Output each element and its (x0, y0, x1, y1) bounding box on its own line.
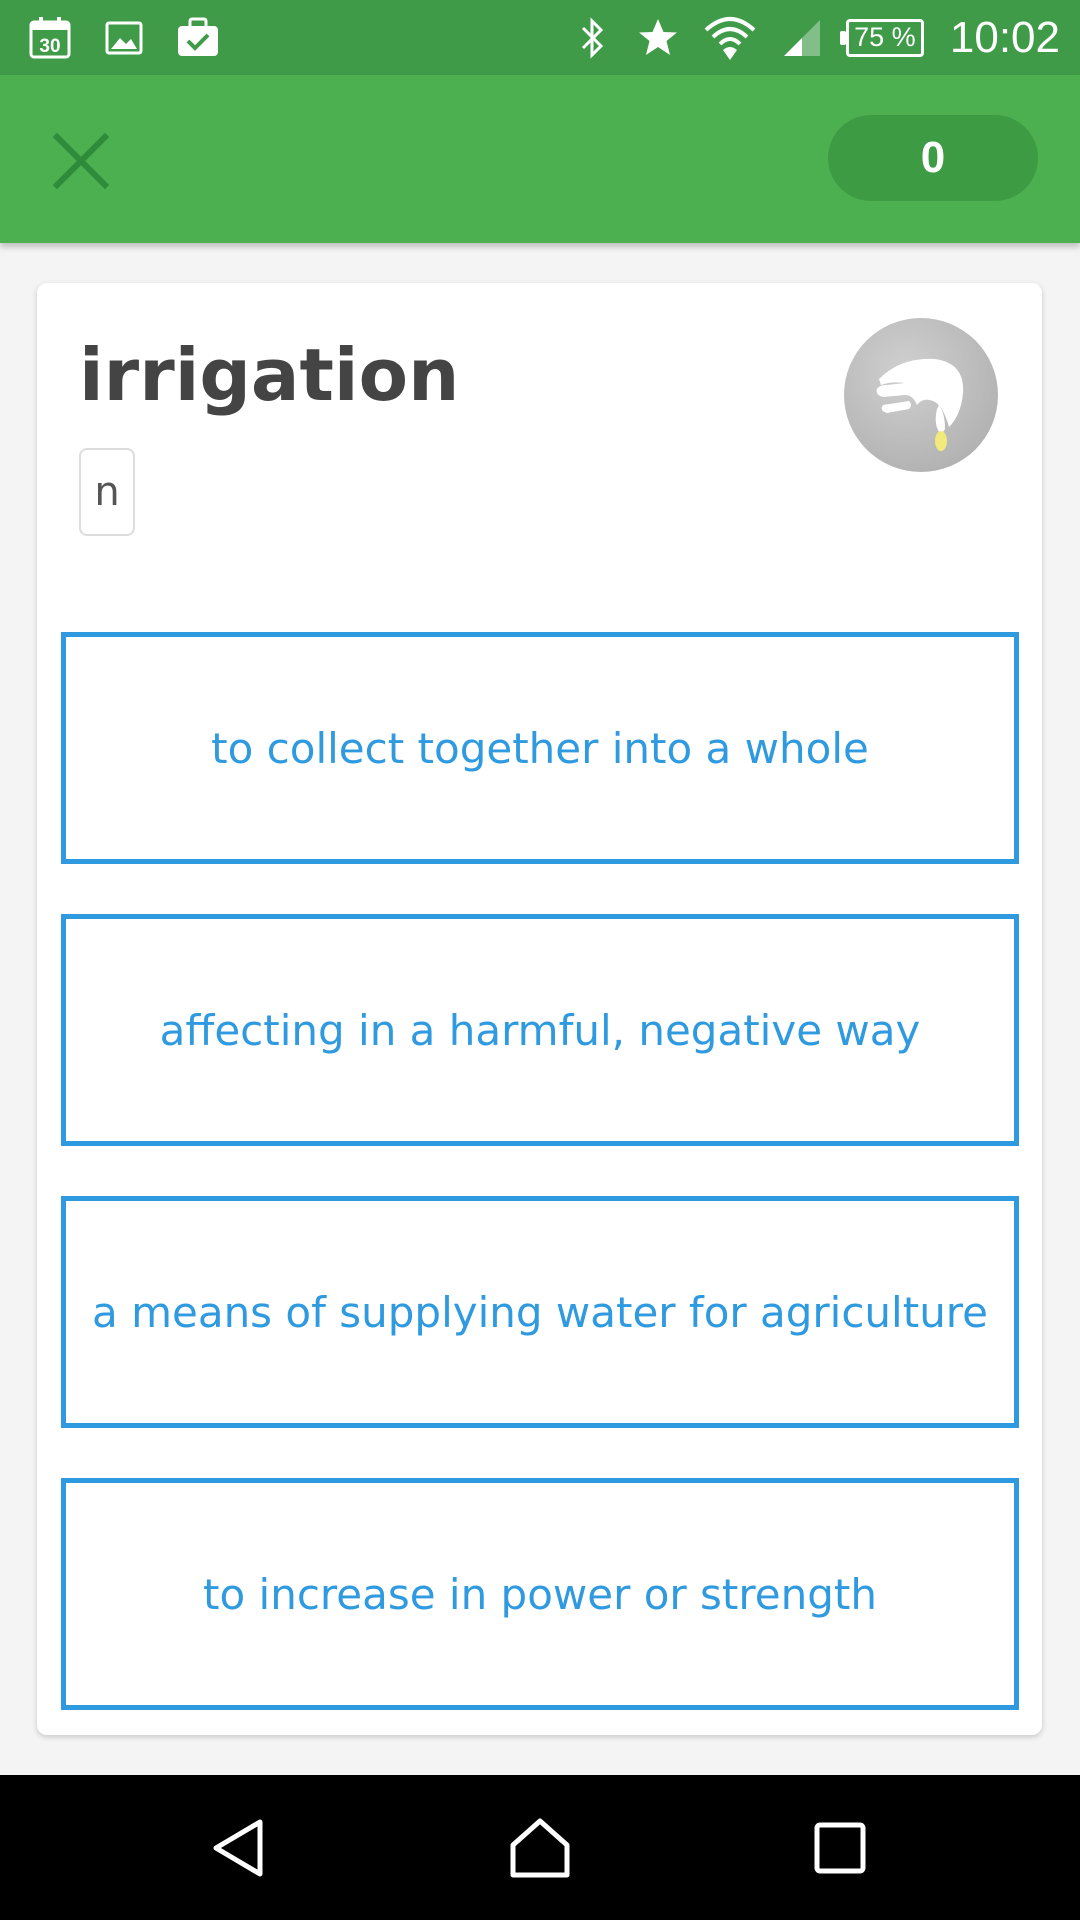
star-icon (636, 16, 680, 60)
home-icon (510, 1818, 570, 1878)
recents-icon (814, 1822, 866, 1874)
close-icon (52, 132, 110, 190)
hint-hand-icon (876, 358, 964, 451)
status-bar: 30 75 % 10:02 (0, 0, 1080, 75)
status-bar-notifications: 30 (28, 0, 220, 75)
back-icon (213, 1819, 263, 1877)
answer-option-label: affecting in a harmful, negative way (159, 1005, 921, 1055)
app-bar: 0 (0, 75, 1080, 243)
signal-icon (780, 16, 824, 60)
vocabulary-word: irrigation (79, 333, 460, 417)
navigation-bar (0, 1775, 1080, 1920)
back-button[interactable] (195, 1803, 285, 1893)
hint-button[interactable] (844, 318, 998, 472)
recents-button[interactable] (795, 1803, 885, 1893)
svg-text:30: 30 (39, 36, 60, 57)
answer-option-label: to increase in power or strength (203, 1569, 877, 1619)
image-icon (102, 16, 146, 60)
status-bar-system: 75 % 10:02 (570, 0, 1060, 75)
battery-indicator: 75 % (839, 18, 924, 57)
question-card: irrigation n to collect together into a … (37, 283, 1042, 1735)
answer-option-1[interactable]: to collect together into a whole (61, 632, 1019, 864)
score-badge: 0 (828, 115, 1038, 201)
answer-option-label: a means of supplying water for agricultu… (91, 1287, 988, 1337)
briefcase-check-icon (176, 16, 220, 60)
home-button[interactable] (495, 1803, 585, 1893)
wifi-icon (702, 16, 758, 60)
answer-option-3[interactable]: a means of supplying water for agricultu… (61, 1196, 1019, 1428)
answer-option-4[interactable]: to increase in power or strength (61, 1478, 1019, 1710)
calendar-icon: 30 (28, 16, 72, 60)
close-button[interactable] (42, 122, 120, 200)
status-time: 10:02 (949, 12, 1060, 62)
part-of-speech-tag: n (79, 448, 135, 536)
bluetooth-icon (570, 16, 614, 60)
answer-option-2[interactable]: affecting in a harmful, negative way (61, 914, 1019, 1146)
answer-option-label: to collect together into a whole (211, 723, 869, 773)
